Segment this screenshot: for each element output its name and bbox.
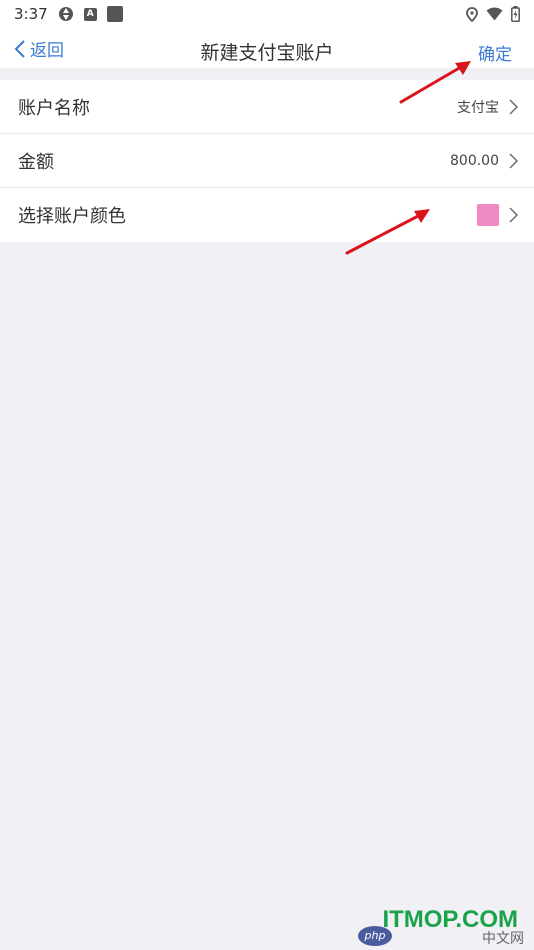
- app-square-icon: [106, 6, 123, 22]
- account-color-row[interactable]: 选择账户颜色: [0, 188, 534, 242]
- wifi-icon: [486, 7, 503, 21]
- status-bar: 3:37 A: [0, 0, 534, 28]
- app-a-icon: A: [83, 7, 97, 21]
- amount-label: 金额: [18, 151, 54, 173]
- status-time: 3:37: [14, 5, 48, 23]
- account-name-label: 账户名称: [18, 97, 90, 119]
- settings-list: 账户名称 支付宝 金额 800.00 选择账户颜色: [0, 80, 534, 242]
- account-name-row[interactable]: 账户名称 支付宝: [0, 80, 534, 134]
- amount-row[interactable]: 金额 800.00: [0, 134, 534, 188]
- page-title: 新建支付宝账户: [200, 42, 334, 64]
- watermark: ITMOP.COM php 中文网: [358, 898, 528, 948]
- confirm-button[interactable]: 确定: [478, 40, 512, 65]
- watermark-subtext: 中文网: [482, 931, 524, 947]
- account-name-value: 支付宝: [457, 99, 499, 116]
- watermark-php-badge: php: [358, 926, 392, 946]
- account-color-label: 选择账户颜色: [18, 206, 126, 227]
- battery-icon: [511, 6, 520, 22]
- chevron-right-icon: [509, 99, 518, 115]
- amount-value: 800.00: [450, 152, 499, 169]
- color-swatch[interactable]: [477, 204, 499, 226]
- location-icon: [466, 6, 478, 22]
- chevron-right-icon: [509, 207, 518, 223]
- chevron-right-icon: [509, 153, 518, 169]
- aperture-icon: [58, 6, 74, 22]
- nav-bar: 返回 新建支付宝账户 确定: [0, 28, 534, 68]
